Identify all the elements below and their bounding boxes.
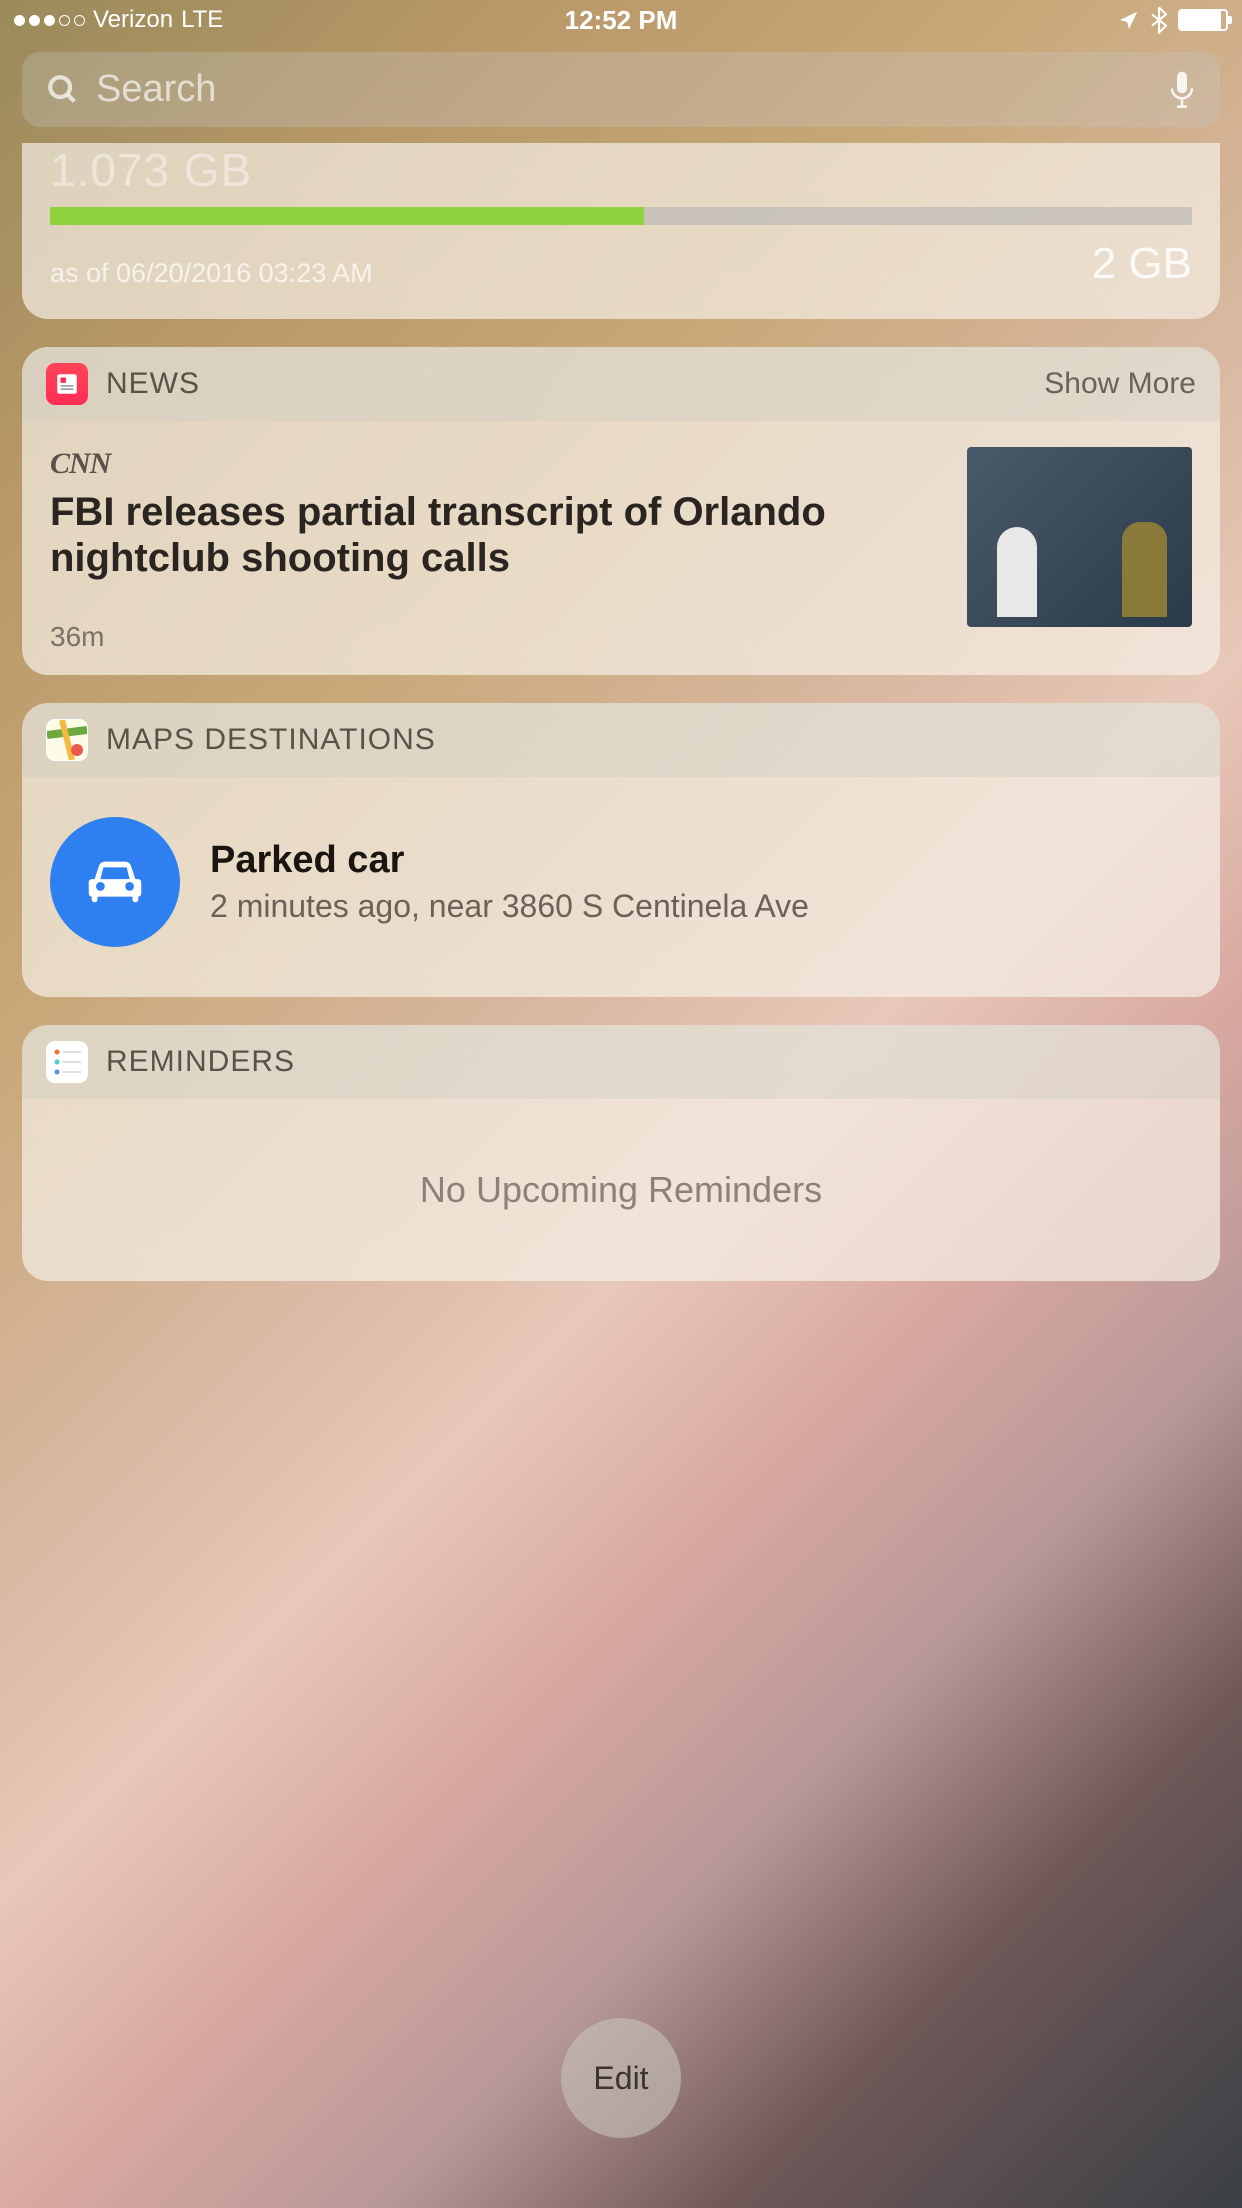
reminders-app-icon [46, 1041, 88, 1083]
reminders-header: REMINDERS [22, 1025, 1220, 1099]
reminders-widget[interactable]: REMINDERS No Upcoming Reminders [22, 1025, 1220, 1281]
news-headline: FBI releases partial transcript of Orlan… [50, 489, 943, 581]
parked-car-title: Parked car [210, 839, 1192, 882]
reminders-widget-title: REMINDERS [106, 1045, 295, 1079]
clock-label: 12:52 PM [565, 5, 678, 36]
news-time-label: 36m [50, 621, 943, 653]
signal-strength-icon [14, 15, 85, 26]
news-article[interactable]: CNN FBI releases partial transcript of O… [22, 421, 1220, 675]
search-icon [46, 73, 80, 107]
car-icon [50, 817, 180, 947]
data-timestamp: as of 06/20/2016 03:23 AM [50, 258, 373, 289]
data-progress-bar [50, 207, 1192, 225]
battery-icon [1178, 9, 1228, 31]
news-header: NEWS Show More [22, 347, 1220, 421]
status-bar: Verizon LTE 12:52 PM [0, 0, 1242, 40]
maps-header: MAPS DESTINATIONS [22, 703, 1220, 777]
location-icon [1118, 9, 1140, 31]
news-widget-title: NEWS [106, 367, 200, 401]
news-app-icon [46, 363, 88, 405]
edit-widgets-button[interactable]: Edit [561, 2018, 681, 2138]
news-show-more-button[interactable]: Show More [1044, 367, 1196, 401]
status-left: Verizon LTE [14, 6, 223, 34]
network-label: LTE [181, 6, 223, 34]
news-source-label: CNN [50, 447, 943, 481]
search-input[interactable] [96, 68, 1168, 111]
microphone-icon[interactable] [1168, 70, 1196, 110]
data-used-value: 1.073 GB [50, 143, 1192, 197]
data-usage-widget[interactable]: 1.073 GB as of 06/20/2016 03:23 AM 2 GB [22, 143, 1220, 319]
maps-app-icon [46, 719, 88, 761]
reminders-empty-label: No Upcoming Reminders [22, 1169, 1220, 1211]
maps-destinations-widget[interactable]: MAPS DESTINATIONS Parked car 2 minutes a… [22, 703, 1220, 997]
data-total-value: 2 GB [1092, 239, 1192, 289]
maps-widget-title: MAPS DESTINATIONS [106, 723, 436, 757]
carrier-label: Verizon [93, 6, 173, 34]
bluetooth-icon [1150, 6, 1168, 34]
news-thumbnail [967, 447, 1192, 627]
spotlight-search[interactable] [22, 52, 1220, 127]
status-right [1118, 6, 1228, 34]
parked-car-subtitle: 2 minutes ago, near 3860 S Centinela Ave [210, 888, 1192, 925]
parked-car-item[interactable]: Parked car 2 minutes ago, near 3860 S Ce… [22, 777, 1220, 997]
news-widget[interactable]: NEWS Show More CNN FBI releases partial … [22, 347, 1220, 675]
edit-label: Edit [593, 2060, 648, 2097]
